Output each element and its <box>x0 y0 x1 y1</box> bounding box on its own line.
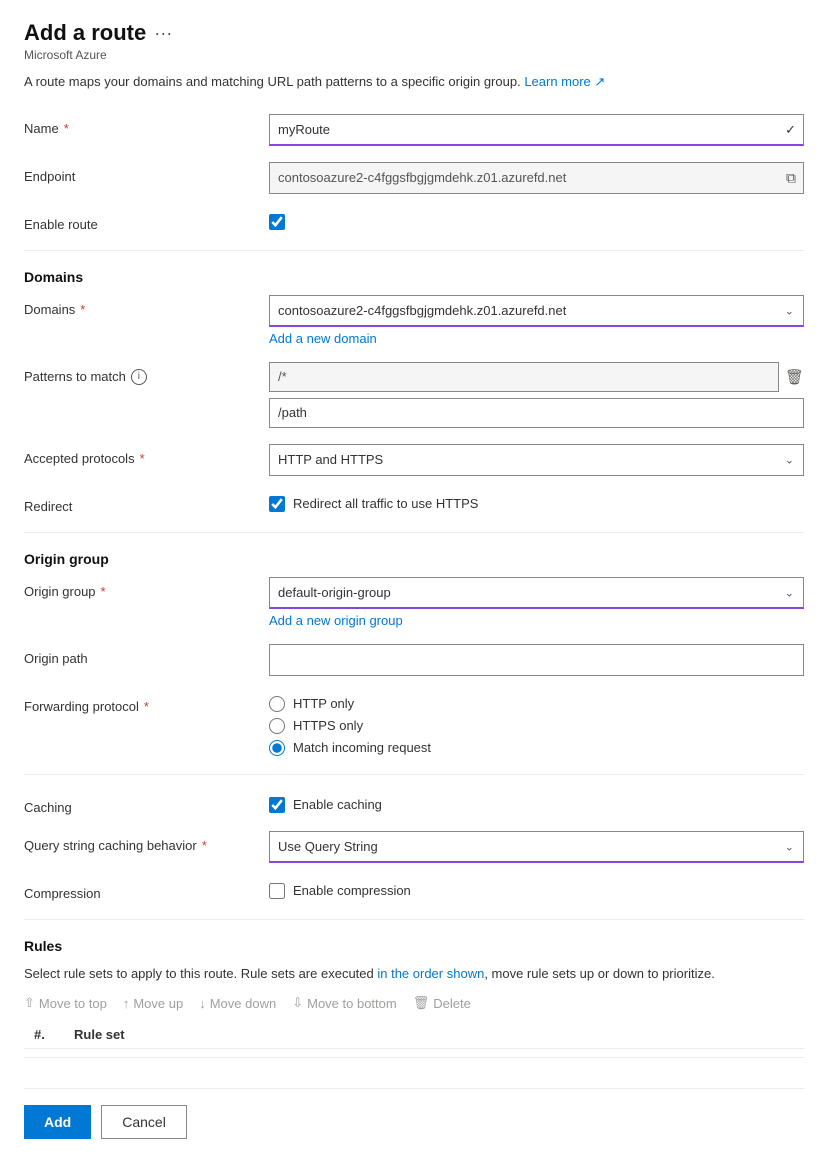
patterns-label: Patterns to match i <box>24 362 269 385</box>
compression-label: Compression <box>24 879 269 901</box>
cancel-button[interactable]: Cancel <box>101 1105 187 1139</box>
delete-rule-button[interactable]: 🗑 Delete <box>413 995 471 1011</box>
name-label: Name * <box>24 114 269 136</box>
radio-https-only-input[interactable] <box>269 718 285 734</box>
table-col-name: Rule set <box>74 1027 794 1042</box>
page-title-dots[interactable]: ··· <box>154 23 172 44</box>
radio-match-incoming-input[interactable] <box>269 740 285 756</box>
table-col-num: #. <box>34 1027 74 1042</box>
endpoint-label: Endpoint <box>24 162 269 184</box>
radio-match-incoming-label: Match incoming request <box>293 740 431 755</box>
move-to-top-button[interactable]: ⇧ Move to top <box>24 995 107 1011</box>
name-required-indicator: * <box>64 121 69 136</box>
origin-section-header: Origin group <box>24 551 804 567</box>
origin-group-select[interactable]: default-origin-group <box>269 577 804 609</box>
rules-desc-highlight: in the order shown <box>377 966 484 981</box>
rules-table-header: #. Rule set <box>24 1021 804 1049</box>
radio-http-only-label: HTTP only <box>293 696 354 711</box>
domains-section-header: Domains <box>24 269 804 285</box>
add-domain-link[interactable]: Add a new domain <box>269 331 377 346</box>
redirect-checkbox[interactable] <box>269 496 285 512</box>
move-to-top-label: Move to top <box>39 996 107 1011</box>
move-up-icon: ↑ <box>123 996 130 1011</box>
delete-rule-label: Delete <box>433 996 471 1011</box>
radio-match-incoming: Match incoming request <box>269 740 804 756</box>
compression-checkbox[interactable] <box>269 883 285 899</box>
rules-section: Rules Select rule sets to apply to this … <box>24 938 804 1059</box>
caching-text: Enable caching <box>293 797 382 812</box>
brand-label: Microsoft Azure <box>24 48 804 62</box>
move-to-bottom-label: Move to bottom <box>307 996 397 1011</box>
footer-buttons: Add Cancel <box>24 1088 804 1139</box>
redirect-label: Redirect <box>24 492 269 514</box>
domains-label: Domains * <box>24 295 269 317</box>
rules-description: Select rule sets to apply to this route.… <box>24 964 804 984</box>
copy-icon[interactable]: ⧉ <box>786 169 796 186</box>
origin-path-input[interactable] <box>269 644 804 676</box>
redirect-text: Redirect all traffic to use HTTPS <box>293 496 478 511</box>
accepted-protocols-select[interactable]: HTTP and HTTPS <box>269 444 804 476</box>
query-string-select[interactable]: Use Query String <box>269 831 804 863</box>
radio-http-only-input[interactable] <box>269 696 285 712</box>
move-up-label: Move up <box>133 996 183 1011</box>
delete-pattern-icon[interactable]: 🗑 <box>785 368 804 386</box>
rules-toolbar: ⇧ Move to top ↑ Move up ↓ Move down ⇩ Mo… <box>24 995 804 1011</box>
move-to-top-icon: ⇧ <box>24 995 35 1011</box>
page-title: Add a route <box>24 20 146 46</box>
patterns-info-icon: i <box>131 369 147 385</box>
radio-http-only: HTTP only <box>269 696 804 712</box>
delete-rule-icon: 🗑 <box>413 995 430 1011</box>
origin-path-label: Origin path <box>24 644 269 666</box>
name-input[interactable] <box>269 114 804 146</box>
domains-select[interactable]: contosoazure2-c4fggsfbgjgmdehk.z01.azure… <box>269 295 804 327</box>
name-input-wrapper: ✓ <box>269 114 804 146</box>
move-down-button[interactable]: ↓ Move down <box>199 996 276 1011</box>
enable-route-label: Enable route <box>24 210 269 232</box>
enable-route-checkbox[interactable] <box>269 214 285 230</box>
move-down-label: Move down <box>210 996 276 1011</box>
learn-more-link[interactable]: Learn more ↗ <box>524 74 605 89</box>
pattern-editable-input[interactable] <box>269 398 804 428</box>
add-origin-link[interactable]: Add a new origin group <box>269 613 403 628</box>
pattern-fixed-input <box>269 362 779 392</box>
endpoint-input <box>269 162 804 194</box>
add-button[interactable]: Add <box>24 1105 91 1139</box>
move-down-icon: ↓ <box>199 996 206 1011</box>
move-to-bottom-button[interactable]: ⇩ Move to bottom <box>292 995 397 1011</box>
query-string-label: Query string caching behavior * <box>24 831 269 853</box>
accepted-protocols-label: Accepted protocols * <box>24 444 269 466</box>
forwarding-protocol-label: Forwarding protocol * <box>24 692 269 714</box>
endpoint-input-wrapper: ⧉ <box>269 162 804 194</box>
radio-https-only-label: HTTPS only <box>293 718 363 733</box>
radio-https-only: HTTPS only <box>269 718 804 734</box>
rules-section-header: Rules <box>24 938 804 954</box>
check-icon: ✓ <box>785 122 796 138</box>
compression-text: Enable compression <box>293 883 411 898</box>
caching-checkbox[interactable] <box>269 797 285 813</box>
caching-label: Caching <box>24 793 269 815</box>
origin-group-label: Origin group * <box>24 577 269 599</box>
page-description: A route maps your domains and matching U… <box>24 72 804 92</box>
move-to-bottom-icon: ⇩ <box>292 995 303 1011</box>
move-up-button[interactable]: ↑ Move up <box>123 996 183 1011</box>
